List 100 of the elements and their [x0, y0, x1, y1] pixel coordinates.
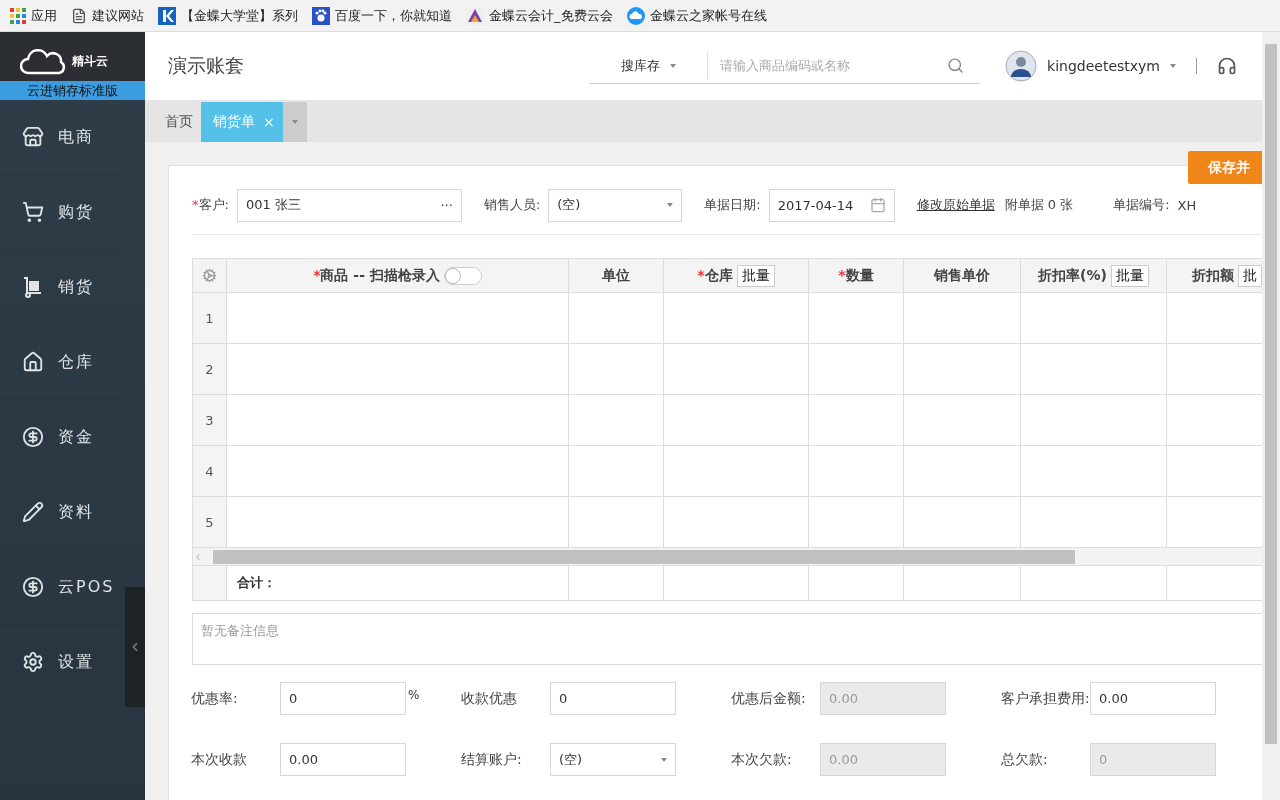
sidebar-item[interactable]: 销货: [0, 250, 125, 325]
cloud-icon: [626, 6, 645, 25]
remark-field[interactable]: 暂无备注信息: [192, 613, 1262, 665]
sidebar-item[interactable]: 电商: [0, 100, 125, 175]
table-cell[interactable]: [904, 395, 1021, 446]
bookmark[interactable]: 金蝶云会计_免费云会: [466, 6, 613, 25]
edition-label: 云进销存标准版: [0, 81, 145, 100]
hand-truck-icon: [22, 276, 44, 298]
field-label: *客户:: [192, 196, 229, 214]
row-number: 5: [193, 497, 227, 548]
bookmark[interactable]: 应用: [10, 6, 57, 25]
batch-button[interactable]: 批量: [1110, 264, 1149, 287]
table-cell[interactable]: [227, 395, 569, 446]
bill-number: XH: [1177, 197, 1197, 213]
search-icon[interactable]: [947, 57, 965, 74]
headset-icon[interactable]: [1217, 56, 1237, 76]
column-header: *商品 -- 扫描枪录入: [313, 266, 440, 285]
table-cell[interactable]: [664, 344, 809, 395]
table-cell[interactable]: [1021, 446, 1167, 497]
table-cell[interactable]: [227, 293, 569, 344]
field-label: 结算账户:: [461, 750, 523, 769]
field-label: 本次欠款:: [731, 750, 793, 769]
scroll-left-icon[interactable]: [193, 551, 203, 562]
percent-sign: %: [408, 688, 420, 702]
column-header: *仓库: [697, 266, 733, 285]
dollar-icon: [22, 426, 44, 448]
row-number: 1: [193, 293, 227, 344]
bookmark[interactable]: 【金蝶大学堂】系列: [158, 6, 298, 25]
field-label: 总欠款:: [1001, 750, 1049, 769]
tab-menu-button[interactable]: [282, 102, 307, 142]
scanner-toggle[interactable]: [443, 266, 482, 285]
table-cell[interactable]: [809, 293, 904, 344]
table-cell[interactable]: [1021, 293, 1167, 344]
input-field[interactable]: 0: [280, 682, 406, 715]
tab[interactable]: 首页: [153, 102, 201, 142]
sidebar-item[interactable]: 资金: [0, 400, 125, 475]
field-label: 优惠后金额:: [731, 689, 807, 708]
cart-icon: [22, 201, 44, 223]
bookmark[interactable]: 建议网站: [71, 6, 144, 25]
sidebar-item[interactable]: 仓库: [0, 325, 125, 400]
customer-field[interactable]: 001 张三 ···: [236, 188, 462, 222]
scrollbar-thumb[interactable]: [213, 549, 1075, 564]
table-cell[interactable]: [664, 395, 809, 446]
bookmark[interactable]: 百度一下，你就知道: [312, 6, 452, 25]
table-cell[interactable]: [1021, 395, 1167, 446]
calendar-icon[interactable]: [869, 197, 886, 213]
input-field: 0: [1090, 743, 1216, 776]
table-cell[interactable]: [227, 344, 569, 395]
table-cell[interactable]: [904, 344, 1021, 395]
apps-icon: [10, 7, 26, 24]
user-name[interactable]: kingdeetestxym: [1047, 58, 1160, 74]
table-cell[interactable]: [809, 446, 904, 497]
date-field[interactable]: 2017-04-14: [768, 188, 895, 222]
column-header: 折扣额: [1191, 266, 1234, 285]
column-header: 单位: [602, 266, 630, 285]
column-header: 折扣率(%): [1038, 266, 1107, 285]
house-icon: [22, 351, 44, 373]
sidebar-item[interactable]: 购货: [0, 175, 125, 250]
collapse-handle[interactable]: [125, 587, 145, 707]
select-field[interactable]: (空): [550, 743, 676, 776]
cloud-logo-icon: [20, 47, 66, 75]
input-field: 0.00: [820, 743, 946, 776]
attachment-count: 附单据 0 张: [1004, 196, 1074, 214]
field-label: 单据日期:: [704, 196, 761, 214]
settings-icon: [22, 651, 44, 673]
table-cell[interactable]: [569, 344, 664, 395]
sidebar-item[interactable]: 资料: [0, 475, 125, 550]
page-icon: [71, 7, 87, 24]
table-cell[interactable]: [664, 293, 809, 344]
table-cell[interactable]: [904, 293, 1021, 344]
scrollbar-thumb[interactable]: [1265, 44, 1277, 744]
store-icon: [22, 126, 44, 148]
total-label: 合计：: [227, 566, 569, 601]
table-cell[interactable]: [569, 395, 664, 446]
column-header: 销售单价: [934, 266, 990, 285]
table-cell[interactable]: [809, 344, 904, 395]
input-field[interactable]: 0.00: [280, 743, 406, 776]
batch-button[interactable]: 批量: [736, 264, 775, 287]
table-cell[interactable]: [569, 293, 664, 344]
table-cell[interactable]: [569, 446, 664, 497]
input-field[interactable]: 0.00: [1090, 682, 1216, 715]
field-label: 客户承担费用:: [1001, 689, 1090, 708]
input-field[interactable]: 0: [550, 682, 676, 715]
row-number: 3: [193, 395, 227, 446]
edit-link[interactable]: 修改原始单据: [916, 196, 995, 214]
brand-name: 精斗云: [72, 52, 108, 70]
table-cell[interactable]: [664, 446, 809, 497]
bookmark[interactable]: 金蝶云之家帐号在线: [626, 6, 767, 25]
table-cell[interactable]: [904, 446, 1021, 497]
table-cell[interactable]: [809, 395, 904, 446]
input-field: 0.00: [820, 682, 946, 715]
dollar-icon: [22, 576, 44, 598]
table-cell[interactable]: [1021, 344, 1167, 395]
field-label: 本次收款: [191, 750, 248, 769]
batch-button[interactable]: 批: [1237, 264, 1262, 287]
settings-icon[interactable]: [202, 268, 217, 283]
table-cell[interactable]: [227, 446, 569, 497]
select-field[interactable]: (空): [548, 188, 683, 222]
field-label: 优惠率:: [191, 689, 239, 708]
paw-icon: [312, 6, 330, 25]
